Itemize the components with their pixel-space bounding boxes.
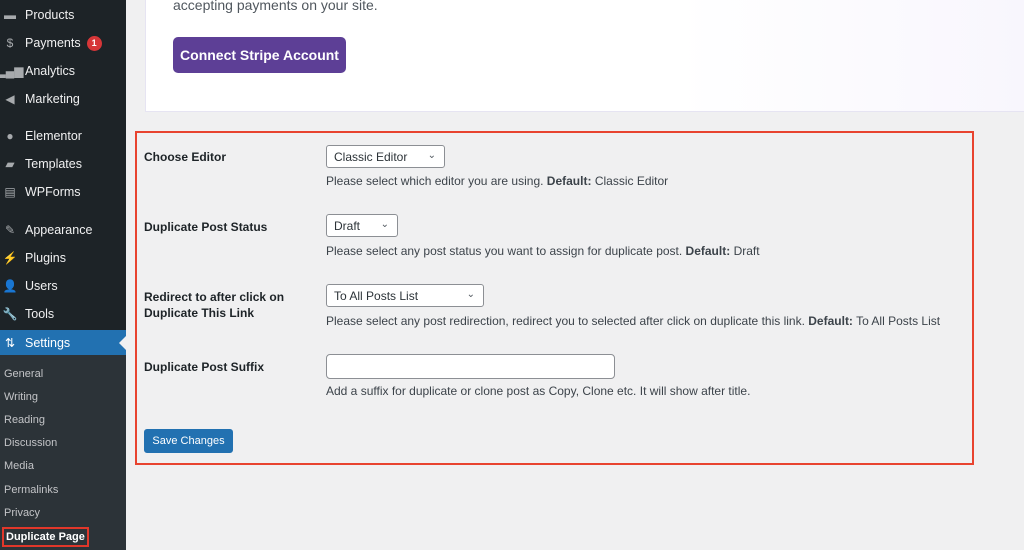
choose-editor-select[interactable]: Classic Editor ⌄ xyxy=(326,145,445,168)
elementor-icon: ● xyxy=(6,129,14,143)
form-icon: ▤ xyxy=(4,185,16,199)
post-status-select[interactable]: Draft ⌄ xyxy=(326,214,398,237)
choose-editor-label: Choose Editor xyxy=(144,150,227,164)
save-changes-button[interactable]: Save Changes xyxy=(144,429,233,453)
post-status-help: Please select any post status you want t… xyxy=(326,244,760,258)
submenu-reading[interactable]: Reading xyxy=(4,414,45,426)
wrench-icon: 🔧 xyxy=(2,307,18,321)
chevron-down-icon: ⌄ xyxy=(466,289,475,300)
menu-settings[interactable]: ⇅ Settings xyxy=(0,330,126,355)
connect-stripe-button[interactable]: Connect Stripe Account xyxy=(173,37,346,73)
paintbrush-icon: ✎ xyxy=(4,223,16,237)
submenu-permalinks[interactable]: Permalinks xyxy=(4,484,58,496)
menu-analytics[interactable]: ▂▄▆ Analytics xyxy=(0,58,126,84)
archive-icon: ▬ xyxy=(4,8,16,22)
redirect-select[interactable]: To All Posts List ⌄ xyxy=(326,284,484,307)
menu-payments[interactable]: $ Payments 1 xyxy=(0,30,126,56)
redirect-label: Redirect to after click on Duplicate This… xyxy=(144,290,285,320)
menu-marketing[interactable]: ◀ Marketing xyxy=(0,86,126,112)
submenu-duplicate-page[interactable]: Duplicate Page xyxy=(2,527,89,547)
submenu-media[interactable]: Media xyxy=(4,460,34,472)
menu-templates[interactable]: ▰ Templates xyxy=(0,151,126,177)
user-icon: 👤 xyxy=(2,279,18,293)
settings-icon: ⇅ xyxy=(4,335,16,350)
post-status-label: Duplicate Post Status xyxy=(144,220,268,234)
admin-sidebar: ▬ Products $ Payments 1 ▂▄▆ Analytics ◀ Marke… xyxy=(0,0,126,550)
submenu-general[interactable]: General xyxy=(4,368,43,380)
submenu-privacy[interactable]: Privacy xyxy=(4,507,40,519)
chevron-down-icon: ⌄ xyxy=(427,150,436,161)
choose-editor-help: Please select which editor you are using… xyxy=(326,174,669,188)
redirect-help: Please select any post redirection, redi… xyxy=(326,314,941,328)
suffix-input[interactable] xyxy=(326,354,615,379)
megaphone-icon: ◀ xyxy=(5,92,15,106)
menu-elementor[interactable]: ● Elementor xyxy=(0,123,126,149)
settings-submenu: General Writing Reading Discussion Media… xyxy=(0,355,126,550)
bar-chart-icon: ▂▄▆ xyxy=(0,64,24,78)
menu-users[interactable]: 👤 Users xyxy=(0,273,126,299)
dollar-icon: $ xyxy=(6,36,14,50)
current-arrow xyxy=(119,336,126,350)
suffix-help: Add a suffix for duplicate or clone post… xyxy=(326,384,751,398)
stripe-text: accepting payments on your site. xyxy=(173,0,378,13)
stripe-card: accepting payments on your site. Connect… xyxy=(145,0,1024,112)
chevron-down-icon: ⌄ xyxy=(380,219,389,230)
plugin-icon: ⚡ xyxy=(2,251,18,265)
menu-tools[interactable]: 🔧 Tools xyxy=(0,301,126,327)
menu-wpforms[interactable]: ▤ WPForms xyxy=(0,179,126,205)
menu-appearance[interactable]: ✎ Appearance xyxy=(0,217,126,243)
submenu-writing[interactable]: Writing xyxy=(4,391,38,403)
payments-badge: 1 xyxy=(86,35,102,51)
menu-products[interactable]: ▬ Products xyxy=(0,2,126,28)
submenu-discussion[interactable]: Discussion xyxy=(4,437,57,449)
folder-icon: ▰ xyxy=(5,157,15,171)
suffix-label: Duplicate Post Suffix xyxy=(144,360,265,374)
menu-plugins[interactable]: ⚡ Plugins xyxy=(0,245,126,271)
